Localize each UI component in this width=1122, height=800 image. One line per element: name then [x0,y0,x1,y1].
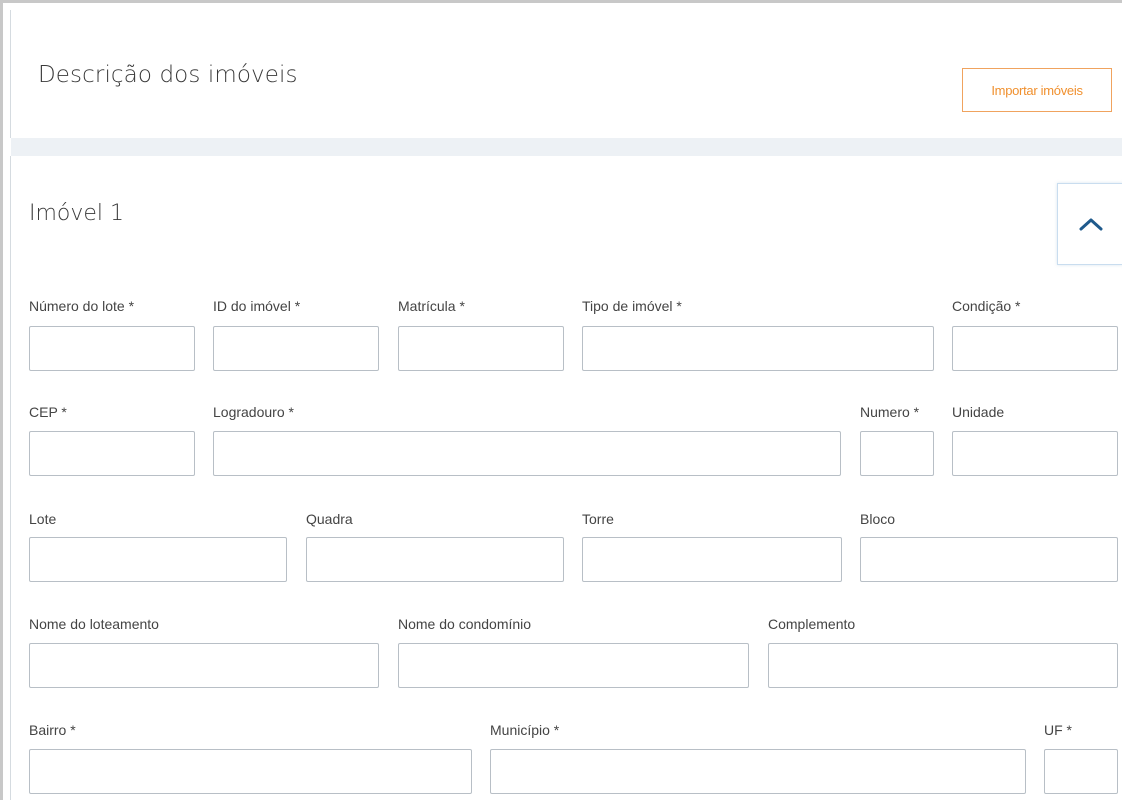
import-properties-button[interactable]: Importar imóveis [962,68,1112,112]
nome-condominio-input[interactable] [398,643,749,688]
matricula-input[interactable] [398,326,564,371]
condicao-input[interactable] [952,326,1118,371]
lote-label: Lote [29,511,57,527]
quadra-input[interactable] [306,537,564,582]
nome-loteamento-input[interactable] [29,643,379,688]
property-section: Imóvel 1 [10,156,1122,800]
bloco-label: Bloco [860,511,896,527]
property-title: Imóvel 1 [29,201,125,226]
bairro-label: Bairro * [29,722,76,738]
complemento-input[interactable] [768,643,1118,688]
section-divider [11,138,1122,156]
torre-label: Torre [582,511,614,527]
cep-label: CEP * [29,404,67,420]
matricula-label: Matrícula * [398,298,465,314]
unidade-label: Unidade [952,404,1005,420]
complemento-label: Complemento [768,616,856,632]
numero-label: Numero * [860,404,920,420]
logradouro-label: Logradouro * [213,404,294,420]
torre-input[interactable] [582,537,842,582]
page-title: Descrição dos imóveis [38,62,298,88]
chevron-up-icon [1079,218,1103,231]
numero-input[interactable] [860,431,934,476]
condicao-label: Condição * [952,298,1021,314]
unidade-input[interactable] [952,431,1118,476]
tipo-imovel-input[interactable] [582,326,934,371]
collapse-button[interactable] [1057,183,1122,265]
municipio-input[interactable] [490,749,1026,794]
municipio-label: Município * [490,722,560,738]
nome-loteamento-label: Nome do loteamento [29,616,159,632]
nome-condominio-label: Nome do condomínio [398,616,532,632]
quadra-label: Quadra [306,511,353,527]
numero-lote-input[interactable] [29,326,195,371]
bloco-input[interactable] [860,537,1118,582]
id-imovel-label: ID do imóvel * [213,298,301,314]
uf-label: UF * [1044,722,1072,738]
bairro-input[interactable] [29,749,472,794]
cep-input[interactable] [29,431,195,476]
id-imovel-input[interactable] [213,326,379,371]
tipo-imovel-label: Tipo de imóvel * [582,298,682,314]
numero-lote-label: Número do lote * [29,298,135,314]
uf-input[interactable] [1044,749,1118,794]
lote-input[interactable] [29,537,287,582]
logradouro-input[interactable] [213,431,841,476]
properties-header: Descrição dos imóveis Importar imóveis [10,10,1122,138]
